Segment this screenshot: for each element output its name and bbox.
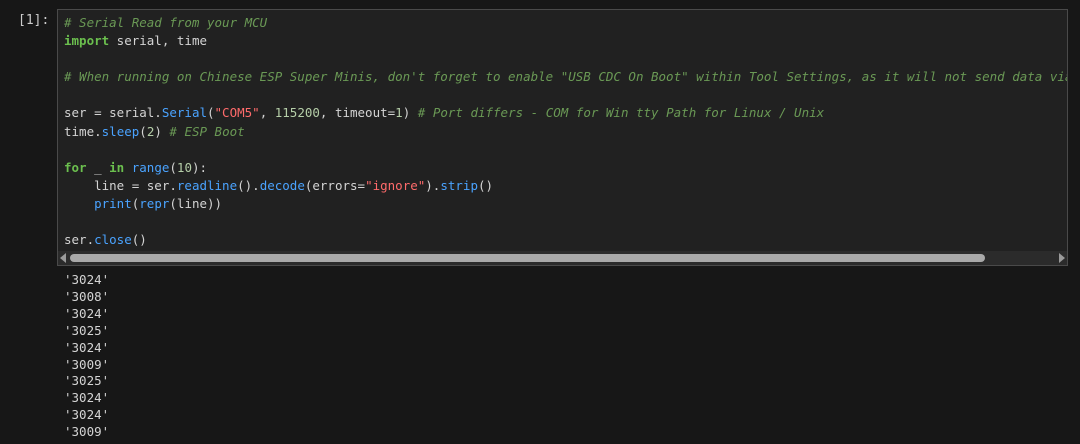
code-token: (errors= (304, 177, 366, 193)
code-token: (line)) (169, 195, 223, 211)
code-token: ( (139, 123, 147, 139)
code-token: 10 (176, 159, 192, 175)
code-token: ) (402, 105, 418, 121)
code-token: decode (259, 177, 305, 193)
code-token: , (259, 105, 275, 121)
output-line: '3024' (64, 390, 110, 406)
output-line: '3025' (64, 322, 110, 338)
code-line: print(repr(line)) (64, 195, 1067, 213)
code-line: line = ser.readline().decode(errors="ign… (64, 177, 1067, 195)
scrollbar-thumb[interactable] (70, 254, 985, 262)
code-token: ser. (64, 232, 95, 248)
code-token: # Serial Read from your MCU (64, 15, 268, 30)
horizontal-scrollbar[interactable] (58, 251, 1067, 265)
code-line: # Serial Read from your MCU (64, 14, 1067, 32)
code-token: (). (237, 177, 260, 193)
code-token: 115200 (274, 105, 320, 121)
code-cell-editor[interactable]: # Serial Read from your MCU import serial… (57, 9, 1068, 266)
code-line: ser = serial.Serial("COM5", 115200, time… (64, 104, 1067, 122)
code-token: # Port differs - COM for Win tty Path fo… (417, 105, 825, 121)
output-line: '3024' (64, 305, 110, 321)
output-line: '3008' (64, 288, 110, 304)
code-line: ser.close() (64, 231, 1067, 249)
code-token: # When running on Chinese ESP Super Mini… (64, 69, 1068, 85)
code-token: ): (191, 159, 208, 175)
code-token: _ (86, 159, 110, 175)
cell-execution-count: [1]: (18, 13, 50, 28)
output-line: '3024' (64, 272, 110, 287)
code-token: serial, time (109, 33, 207, 49)
output-line: '3025' (64, 373, 110, 389)
code-line: import serial, time (64, 32, 1067, 50)
code-token: ( (169, 159, 177, 175)
output-line: '3009' (64, 424, 110, 440)
code-token: "COM5" (214, 105, 260, 121)
code-token: ) (154, 123, 170, 139)
code-token: close (94, 232, 132, 248)
code-token: () (477, 177, 494, 193)
cell-output: '3024' '3008' '3024' '3025' '3024' '3009' '302… (64, 272, 109, 441)
code-token: range (131, 159, 170, 175)
code-token: import (64, 33, 110, 49)
code-token: print (94, 195, 132, 211)
output-line: '3024' (64, 407, 110, 423)
code-token: readline (176, 177, 238, 193)
output-line: '3009' (64, 356, 110, 372)
code-line: # When running on Chinese ESP Super Mini… (64, 68, 1068, 86)
code-token: ser = serial. (64, 105, 162, 121)
code-line: for _ in range(10): (64, 159, 1067, 177)
code-token: ( (207, 105, 215, 121)
code-token: , timeout= (319, 105, 396, 121)
code-token: # ESP Boot (169, 123, 245, 139)
code-token: () (131, 232, 147, 248)
code-token: ). (425, 177, 441, 193)
code-line: time.sleep(2) # ESP Boot (64, 123, 1067, 141)
code-token: Serial (161, 105, 207, 121)
code-token: strip (440, 177, 478, 193)
code-token: line = ser. (64, 177, 177, 193)
code-token: repr (139, 195, 170, 211)
code-token: 1 (395, 105, 403, 121)
code-token: for (64, 159, 87, 175)
code-token: in (109, 159, 125, 175)
code-token: "ignore" (365, 177, 426, 193)
code-block[interactable]: # Serial Read from your MCU import serial… (64, 14, 1068, 249)
scroll-right-arrow-icon[interactable] (1059, 253, 1065, 263)
code-token: time. (64, 123, 102, 139)
scroll-left-arrow-icon[interactable] (60, 253, 66, 263)
output-line: '3024' (64, 339, 110, 355)
code-token: sleep (101, 123, 140, 139)
